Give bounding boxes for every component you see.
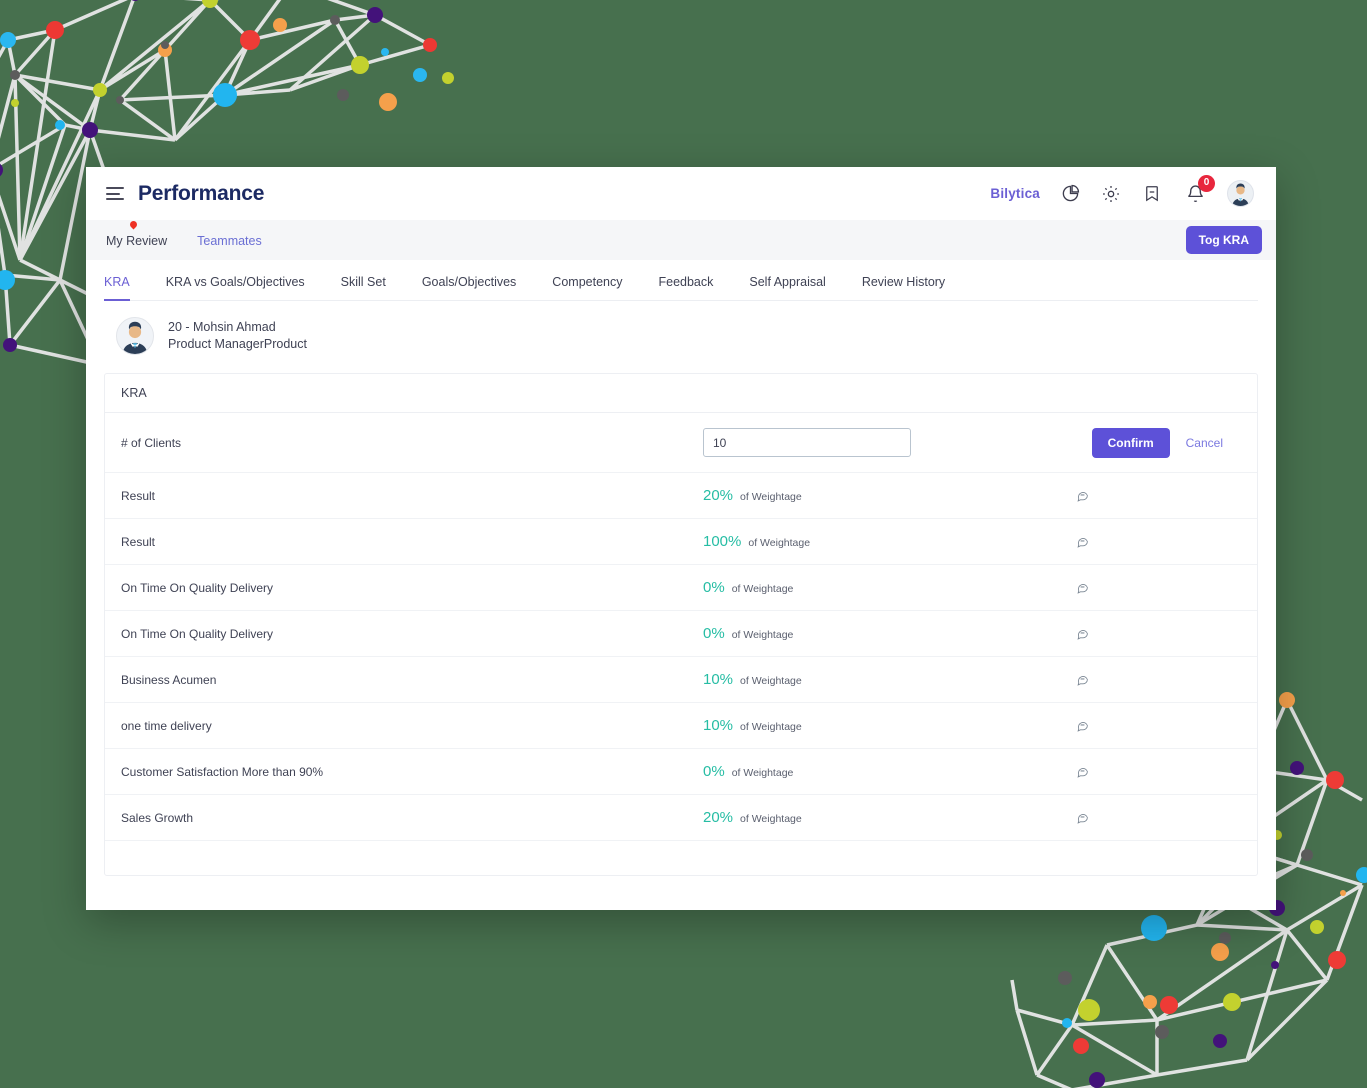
comment-icon[interactable]	[1068, 765, 1096, 778]
tab-self-appraisal[interactable]: Self Appraisal	[731, 275, 843, 300]
row-weightage: 10% of Weightage	[703, 718, 1068, 733]
tab-competency[interactable]: Competency	[534, 275, 640, 300]
tab-skill-set[interactable]: Skill Set	[323, 275, 404, 300]
avatar[interactable]	[1227, 180, 1254, 207]
tab-kra[interactable]: KRA	[104, 275, 148, 301]
row-label: Sales Growth	[121, 810, 194, 825]
confirm-button[interactable]: Confirm	[1091, 427, 1170, 458]
row-label: Business Acumen	[121, 672, 217, 687]
row-input-cell	[703, 428, 1068, 457]
table-row: Business Acumen 10% of Weightage	[105, 657, 1257, 703]
row-label: Result	[121, 534, 156, 549]
topbar-actions: Bilytica 0	[990, 174, 1254, 207]
weightage-value: 20%	[703, 487, 734, 504]
weightage-suffix: of Weightage	[731, 767, 794, 779]
weightage-suffix: of Weightage	[740, 491, 802, 503]
tab-kra-vs-goals-objectives[interactable]: KRA vs Goals/Objectives	[148, 275, 323, 300]
page-title: Performance	[138, 181, 265, 205]
tog-kra-button[interactable]: Tog KRA	[1185, 226, 1262, 254]
table-row: Customer Satisfaction More than 90% 0% o…	[105, 749, 1257, 795]
weightage-suffix: of Weightage	[740, 813, 802, 825]
employee-role: Product ManagerProduct	[168, 337, 307, 351]
row-weightage: 0% of Weightage	[703, 626, 1068, 641]
row-weightage: 10% of Weightage	[703, 672, 1068, 687]
row-label: On Time On Quality Delivery	[121, 580, 274, 595]
kra-table: KRA # of Clients Confirm Cancel Result	[104, 373, 1258, 876]
subnav-item-my-review[interactable]: My Review	[106, 219, 168, 248]
row-weightage: 100% of Weightage	[703, 534, 1068, 549]
table-row: Sales Growth 20% of Weightage	[105, 795, 1257, 841]
subnav-item-teammates[interactable]: Teammates	[197, 232, 262, 248]
row-label: Customer Satisfaction More than 90%	[121, 764, 324, 779]
tab-feedback[interactable]: Feedback	[640, 275, 731, 300]
hamburger-icon[interactable]	[106, 187, 124, 200]
employee-info: 20 - Mohsin Ahmad Product ManagerProduct	[168, 319, 307, 353]
kra-card: KRA KRA vs Goals/Objectives Skill Set Go…	[104, 260, 1258, 880]
row-actions: Confirm Cancel	[1091, 427, 1241, 458]
employee-name: 20 - Mohsin Ahmad	[168, 320, 276, 335]
subnav-label: My Review	[106, 234, 168, 248]
gear-icon[interactable]	[1100, 183, 1122, 205]
row-label: # of Clients	[121, 435, 182, 450]
row-weightage: 0% of Weightage	[703, 764, 1068, 779]
row-weightage: 20% of Weightage	[703, 488, 1068, 503]
clients-count-input[interactable]	[703, 428, 911, 457]
table-row: On Time On Quality Delivery 0% of Weight…	[105, 611, 1257, 657]
top-bar: Performance Bilytica 0	[86, 167, 1276, 220]
sub-navigation: My Review Teammates Tog KRA	[86, 219, 1276, 260]
row-weightage: 0% of Weightage	[703, 580, 1068, 595]
weightage-suffix: of Weightage	[748, 537, 811, 549]
tab-goals-objectives[interactable]: Goals/Objectives	[404, 275, 534, 300]
weightage-value: 0%	[703, 579, 725, 596]
table-footer-row	[105, 841, 1257, 875]
employee-header: 20 - Mohsin Ahmad Product ManagerProduct	[104, 301, 1258, 373]
cancel-link[interactable]: Cancel	[1186, 436, 1223, 450]
pie-chart-icon[interactable]	[1059, 183, 1081, 205]
row-weightage: 20% of Weightage	[703, 810, 1068, 825]
brand-label: Bilytica	[990, 186, 1040, 201]
weightage-value: 0%	[703, 763, 725, 780]
app-window: Performance Bilytica 0 My Review Teammat…	[86, 167, 1276, 910]
employee-avatar	[116, 317, 154, 355]
weightage-suffix: of Weightage	[740, 721, 802, 733]
weightage-suffix: of Weightage	[740, 675, 802, 687]
table-row: Result 100% of Weightage	[105, 519, 1257, 565]
comment-icon[interactable]	[1068, 581, 1096, 594]
tab-bar: KRA KRA vs Goals/Objectives Skill Set Go…	[104, 260, 1258, 301]
weightage-value: 20%	[703, 809, 734, 826]
comment-icon[interactable]	[1068, 673, 1096, 686]
pin-dot-icon	[128, 219, 139, 230]
tab-review-history[interactable]: Review History	[844, 275, 963, 300]
content-area: KRA KRA vs Goals/Objectives Skill Set Go…	[86, 260, 1276, 910]
weightage-value: 100%	[703, 533, 742, 550]
comment-icon[interactable]	[1068, 811, 1096, 824]
notifications-button[interactable]: 0	[1182, 174, 1215, 207]
bookmark-icon[interactable]	[1141, 183, 1163, 205]
comment-icon[interactable]	[1068, 535, 1096, 548]
weightage-value: 10%	[703, 717, 734, 734]
table-header-kra: KRA	[105, 374, 1257, 413]
weightage-value: 0%	[703, 625, 725, 642]
comment-icon[interactable]	[1068, 489, 1096, 502]
weightage-value: 10%	[703, 671, 734, 688]
subnav-label: Teammates	[197, 234, 262, 248]
table-row: On Time On Quality Delivery 0% of Weight…	[105, 565, 1257, 611]
table-row: Result 20% of Weightage	[105, 473, 1257, 519]
notification-badge: 0	[1198, 174, 1215, 192]
table-row: one time delivery 10% of Weightage	[105, 703, 1257, 749]
row-label: Result	[121, 488, 156, 503]
row-label: On Time On Quality Delivery	[121, 626, 274, 641]
comment-icon[interactable]	[1068, 627, 1096, 640]
weightage-suffix: of Weightage	[731, 629, 794, 641]
table-row-edit: # of Clients Confirm Cancel	[105, 413, 1257, 473]
row-label: one time delivery	[121, 718, 212, 733]
weightage-suffix: of Weightage	[731, 583, 794, 595]
comment-icon[interactable]	[1068, 719, 1096, 732]
